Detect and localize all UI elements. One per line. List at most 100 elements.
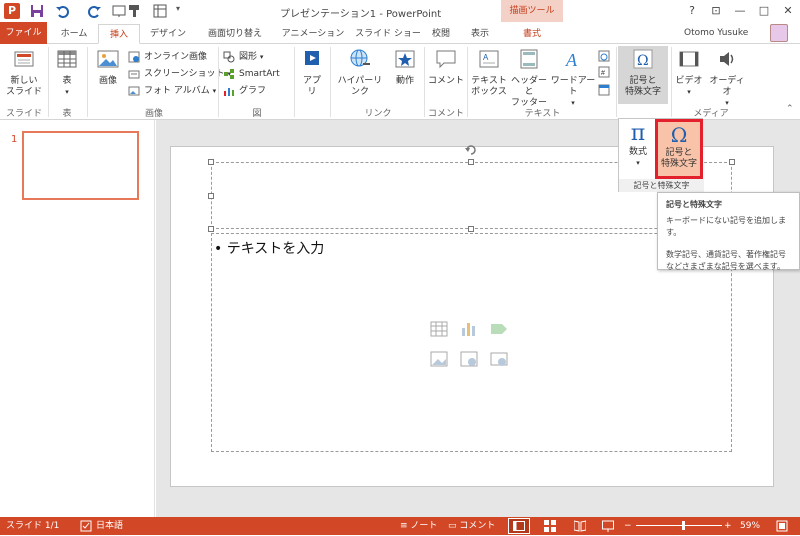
resize-handle[interactable] [208,159,214,165]
tab-review[interactable]: 校閲 [426,24,456,44]
symbols-button[interactable]: Ω 記号と 特殊文字 [618,46,668,104]
smartart-button[interactable]: SmartArt [223,67,280,81]
resize-handle[interactable] [468,226,474,232]
zoom-slider-thumb[interactable] [682,521,685,530]
content-placeholder[interactable] [211,233,732,452]
ribbon: 新しい スライド スライド 表 ▾ 表 画像 オンライン画像 スクリーンショット… [0,44,800,120]
chart-label: グラフ [239,86,267,96]
tab-insert[interactable]: 挿入 [98,24,140,44]
equation-button[interactable]: π 数式 ▾ [621,121,655,177]
table-label: 表 [62,76,72,86]
apps-button[interactable]: アプ リ [298,48,326,98]
shapes-button[interactable]: 図形 ▾ [223,50,263,64]
textbox-button[interactable]: A テキスト ボックス [471,48,507,98]
fit-to-window-icon[interactable] [776,520,788,532]
action-button[interactable]: 動作 [390,48,420,87]
chart-button[interactable]: グラフ [223,84,266,98]
undo-icon[interactable] [55,4,69,18]
collapse-ribbon-icon[interactable]: ⌃ [786,104,794,114]
user-name[interactable]: Otomo Yusuke [684,28,748,38]
symbols-label: 記号と 特殊文字 [624,76,661,97]
insert-video-icon[interactable] [490,350,508,368]
image-button[interactable]: 画像 [92,48,124,87]
insert-smartart-icon[interactable] [490,320,508,338]
insert-online-picture-icon[interactable] [460,350,478,368]
spellcheck-icon[interactable] [80,520,92,532]
language-indicator[interactable]: 日本語 [96,520,123,532]
slide-counter: スライド 1/1 [6,521,60,531]
start-slideshow-icon[interactable] [112,4,126,18]
tab-animations[interactable]: アニメーション [276,24,350,44]
redo-icon[interactable] [88,4,102,18]
insert-chart-icon[interactable] [460,320,478,338]
resize-handle[interactable] [208,226,214,232]
textbox-label: テキスト ボックス [471,76,507,97]
tab-transitions[interactable]: 画面切り替え [198,24,272,44]
shapes-icon [223,51,235,63]
chevron-down-icon: ▾ [259,53,264,61]
normal-view-button[interactable] [508,518,530,534]
zoom-in-button[interactable]: + [724,520,732,532]
symbol-button[interactable]: Ω 記号と 特殊文字 [655,119,703,179]
resize-handle[interactable] [468,159,474,165]
minimize-button[interactable]: — [730,2,750,20]
insert-picture-icon[interactable] [430,350,448,368]
zoom-slider-track[interactable] [636,525,722,526]
audio-label: オーディオ [709,76,745,97]
comments-button[interactable]: ▭ コメント [448,520,495,532]
zoom-level[interactable]: 59% [740,520,760,532]
format-painter-icon[interactable] [128,4,142,18]
tab-design[interactable]: デザイン [142,24,194,44]
date-time-icon[interactable] [598,50,610,62]
user-avatar[interactable] [770,24,788,42]
audio-button[interactable]: オーディオ ▾ [706,48,748,109]
comment-button[interactable]: コメント [428,48,464,87]
save-icon[interactable] [30,4,44,18]
notes-button[interactable]: ≡ ノート [400,520,437,532]
close-button[interactable]: ✕ [778,2,798,20]
chevron-down-icon: ▾ [65,88,69,96]
action-label: 動作 [395,76,414,86]
new-slide-button[interactable]: 新しい スライド [4,48,44,98]
tab-file[interactable]: ファイル [0,22,47,44]
slide-thumbnail[interactable] [22,131,139,200]
zoom-out-button[interactable]: − [624,520,632,532]
group-divider [48,47,49,117]
tab-home[interactable]: ホーム [52,24,96,44]
shapes-label: 図形 [239,52,258,62]
tab-slideshow[interactable]: スライド ショー [352,24,424,44]
resize-handle[interactable] [208,193,214,199]
group-label-table: 表 [62,109,72,119]
table-icon [57,50,77,68]
ribbon-display-options-icon[interactable]: ⊡ [706,2,726,20]
content-bullet-text[interactable]: • テキストを入力 [214,238,324,258]
header-footer-button[interactable]: ヘッダーと フッター [509,48,549,109]
slide-number: 1 [11,134,18,145]
online-image-label: オンライン画像 [144,52,208,62]
qat-dropdown-icon[interactable]: ▾ [176,4,180,13]
photo-album-button[interactable]: フォト アルバム ▾ [128,84,216,98]
table-quick-icon[interactable] [153,4,167,18]
help-button[interactable]: ? [682,2,702,20]
wordart-button[interactable]: A ワードアート ▾ [550,48,596,109]
slide-number-icon[interactable]: # [598,66,610,78]
picture-icon [97,50,119,68]
restore-button[interactable]: □ [754,2,774,20]
insert-table-icon[interactable] [430,320,448,338]
rotate-handle-icon[interactable] [464,143,478,157]
globe-link-icon [350,49,370,67]
online-image-button[interactable]: オンライン画像 [128,50,207,64]
powerpoint-logo-icon[interactable]: P [4,3,20,19]
slide-sorter-icon[interactable] [544,520,556,532]
resize-handle[interactable] [729,159,735,165]
video-button[interactable]: ビデオ ▾ [674,48,704,98]
group-divider [671,47,672,117]
reading-view-icon[interactable] [574,520,586,532]
tab-format[interactable]: 書式 [510,24,554,44]
tab-view[interactable]: 表示 [462,24,498,44]
object-icon[interactable] [598,84,610,96]
table-button[interactable]: 表 ▾ [52,48,82,98]
hyperlink-button[interactable]: ハイパーリンク [334,48,386,98]
screenshot-button[interactable]: スクリーンショット ▾ [128,67,231,81]
slideshow-view-icon[interactable] [602,520,614,532]
